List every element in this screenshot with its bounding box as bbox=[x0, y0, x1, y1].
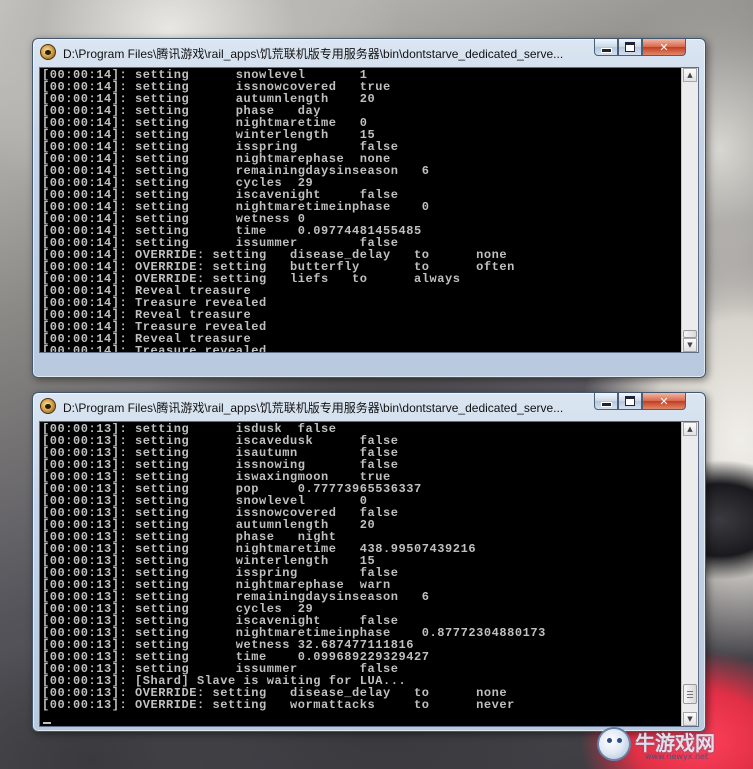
site-watermark: 牛游戏网 www.newyx.net bbox=[597, 725, 747, 765]
window-title: D:\Program Files\腾讯游戏\rail_apps\饥荒联机版专用服… bbox=[63, 47, 564, 61]
scrollbar-grip bbox=[687, 697, 693, 698]
scroll-up-button[interactable]: ▲ bbox=[683, 68, 697, 82]
console-lines: [00:00:14]: setting snowlevel 1 [00:00:14… bbox=[42, 69, 680, 353]
maximize-icon bbox=[625, 396, 635, 406]
maximize-icon bbox=[625, 42, 635, 52]
scroll-up-icon: ▲ bbox=[687, 425, 693, 433]
console-line: [00:00:14]: Treasure revealed bbox=[42, 344, 267, 353]
dont-starve-app-icon[interactable] bbox=[40, 398, 56, 414]
console-line: [00:00:13]: OVERRIDE: setting wormattack… bbox=[42, 698, 515, 712]
close-icon: ✕ bbox=[659, 394, 669, 408]
vertical-scrollbar[interactable]: ▲ ▼ bbox=[681, 68, 698, 352]
scroll-up-icon: ▲ bbox=[687, 71, 693, 79]
scrollbar-grip bbox=[687, 691, 693, 692]
minimize-icon bbox=[600, 402, 612, 407]
console-window-bottom[interactable]: D:\Program Files\腾讯游戏\rail_apps\饥荒联机版专用服… bbox=[32, 392, 706, 732]
maximize-button[interactable] bbox=[618, 39, 642, 56]
scroll-down-button[interactable]: ▼ bbox=[683, 712, 697, 726]
scrollbar-grip bbox=[687, 694, 693, 695]
scrollbar-thumb[interactable] bbox=[683, 330, 697, 338]
scroll-down-button[interactable]: ▼ bbox=[683, 338, 697, 352]
text-cursor bbox=[43, 722, 51, 724]
scroll-down-icon: ▼ bbox=[687, 715, 693, 723]
close-button[interactable]: ✕ bbox=[642, 39, 686, 56]
dont-starve-app-icon[interactable] bbox=[40, 44, 56, 60]
scrollbar-thumb[interactable] bbox=[683, 684, 697, 704]
close-icon: ✕ bbox=[659, 40, 669, 54]
scroll-down-icon: ▼ bbox=[687, 341, 693, 349]
maximize-button[interactable] bbox=[618, 393, 642, 410]
console-lines: [00:00:13]: setting isdusk false [00:00:1… bbox=[42, 423, 680, 711]
window-title: D:\Program Files\腾讯游戏\rail_apps\饥荒联机版专用服… bbox=[63, 401, 564, 415]
scroll-up-button[interactable]: ▲ bbox=[683, 422, 697, 436]
watermark-url: www.newyx.net bbox=[645, 752, 709, 761]
title-bar[interactable]: D:\Program Files\腾讯游戏\rail_apps\饥荒联机版专用服… bbox=[33, 393, 705, 419]
console-output[interactable]: [00:00:13]: setting isdusk false [00:00:1… bbox=[39, 421, 699, 727]
console-window-top[interactable]: D:\Program Files\腾讯游戏\rail_apps\饥荒联机版专用服… bbox=[32, 38, 706, 378]
console-output[interactable]: [00:00:14]: setting snowlevel 1 [00:00:14… bbox=[39, 67, 699, 353]
close-button[interactable]: ✕ bbox=[642, 393, 686, 410]
vertical-scrollbar[interactable]: ▲ ▼ bbox=[681, 422, 698, 726]
title-bar[interactable]: D:\Program Files\腾讯游戏\rail_apps\饥荒联机版专用服… bbox=[33, 39, 705, 65]
mascot-logo-icon bbox=[597, 727, 631, 761]
minimize-button[interactable] bbox=[594, 39, 618, 56]
minimize-icon bbox=[600, 48, 612, 53]
minimize-button[interactable] bbox=[594, 393, 618, 410]
